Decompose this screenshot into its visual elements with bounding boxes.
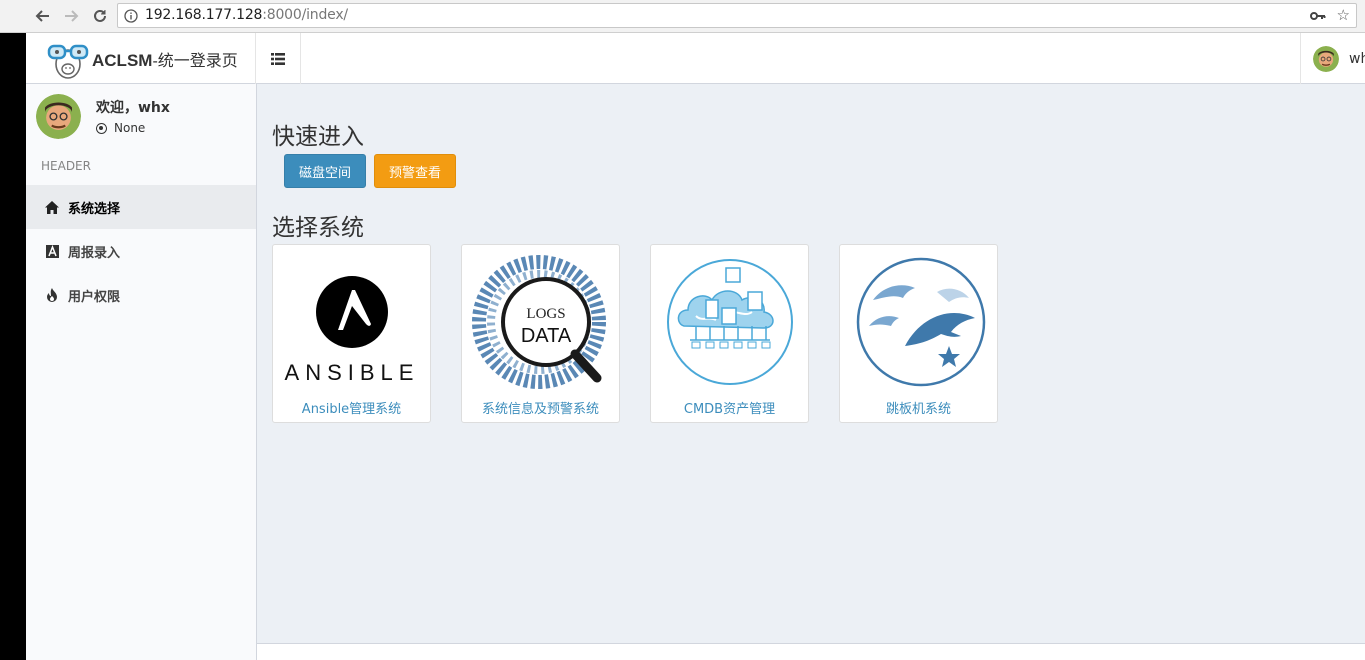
user-panel: 欢迎，whx None (36, 94, 246, 144)
avatar (1313, 45, 1339, 72)
font-icon (44, 243, 60, 259)
status-text: None (114, 121, 146, 135)
svg-text:LOGS: LOGS (526, 306, 565, 322)
user-status: None (96, 121, 145, 135)
sidebar-item-system-select[interactable]: 系统选择 (26, 185, 256, 229)
system-card-label: CMDB资产管理 (683, 402, 776, 417)
bookmark-star-icon[interactable]: ☆ (1337, 7, 1350, 24)
user-name: whx (1349, 50, 1365, 67)
logo[interactable]: ACLSM-统一登录页 (26, 33, 256, 84)
address-bar[interactable]: 192.168.177.128:8000/index/ ☆ (117, 3, 1357, 28)
sidebar-item-user-permissions[interactable]: 用户权限 (26, 273, 256, 317)
disk-space-button[interactable]: 磁盘空间 (284, 154, 366, 188)
reload-icon (94, 9, 106, 22)
select-system-title: 选择系统 (272, 215, 364, 241)
avatar (36, 94, 81, 139)
status-circle-icon (96, 122, 107, 134)
back-button[interactable] (31, 4, 55, 28)
fire-icon (44, 287, 60, 303)
reload-button[interactable] (88, 4, 112, 28)
forward-arrow-icon (65, 10, 79, 22)
main-content: 快速进入 磁盘空间 预警查看 选择系统 ANSIBLE Ansible管理系统 (257, 84, 1365, 643)
menu-header: HEADER (41, 159, 91, 173)
key-icon[interactable] (1310, 8, 1326, 27)
alert-view-button[interactable]: 预警查看 (374, 154, 456, 188)
cmdb-cloud-logo (656, 250, 805, 395)
page: ACLSM-统一登录页 whx (26, 33, 1365, 660)
welcome-text: 欢迎，whx (96, 100, 170, 116)
system-card-ansible[interactable]: ANSIBLE Ansible管理系统 (272, 244, 431, 423)
system-card-label: Ansible管理系统 (301, 402, 402, 417)
dolphin-logo (845, 250, 994, 395)
system-card-label: 跳板机系统 (885, 402, 951, 417)
info-icon[interactable] (124, 8, 138, 27)
sidebar-toggle-button[interactable] (256, 33, 301, 84)
user-menu[interactable]: whx (1300, 33, 1365, 84)
forward-button[interactable] (59, 4, 83, 28)
home-icon (44, 199, 60, 215)
system-card-jump-server[interactable]: 跳板机系统 (839, 244, 998, 423)
sidebar-item-weekly-report[interactable]: 周报录入 (26, 229, 256, 273)
footer (257, 643, 1365, 660)
system-card-label: 系统信息及预警系统 (481, 402, 599, 417)
sidebar: 欢迎，whx None HEADER 系统选择 周报录入 用户权限 (26, 84, 257, 660)
main-header: ACLSM-统一登录页 whx (26, 33, 1365, 84)
brand-title: ACLSM-统一登录页 (92, 50, 238, 70)
back-arrow-icon (35, 10, 49, 22)
svg-text:ANSIBLE: ANSIBLE (285, 360, 420, 385)
logs-data-logo: LOGS DATA (467, 250, 616, 395)
list-icon (271, 52, 285, 65)
browser-toolbar: 192.168.177.128:8000/index/ ☆ (0, 0, 1365, 33)
system-card-logs-data[interactable]: LOGS DATA 系统信息及预警系统 (461, 244, 620, 423)
quick-access-title: 快速进入 (272, 124, 364, 150)
monkey-glasses-logo-icon (47, 44, 89, 79)
system-card-cmdb[interactable]: CMDB资产管理 (650, 244, 809, 423)
svg-text:DATA: DATA (521, 325, 572, 347)
ansible-logo: ANSIBLE (278, 250, 427, 395)
url-text: 192.168.177.128:8000/index/ (145, 7, 348, 23)
